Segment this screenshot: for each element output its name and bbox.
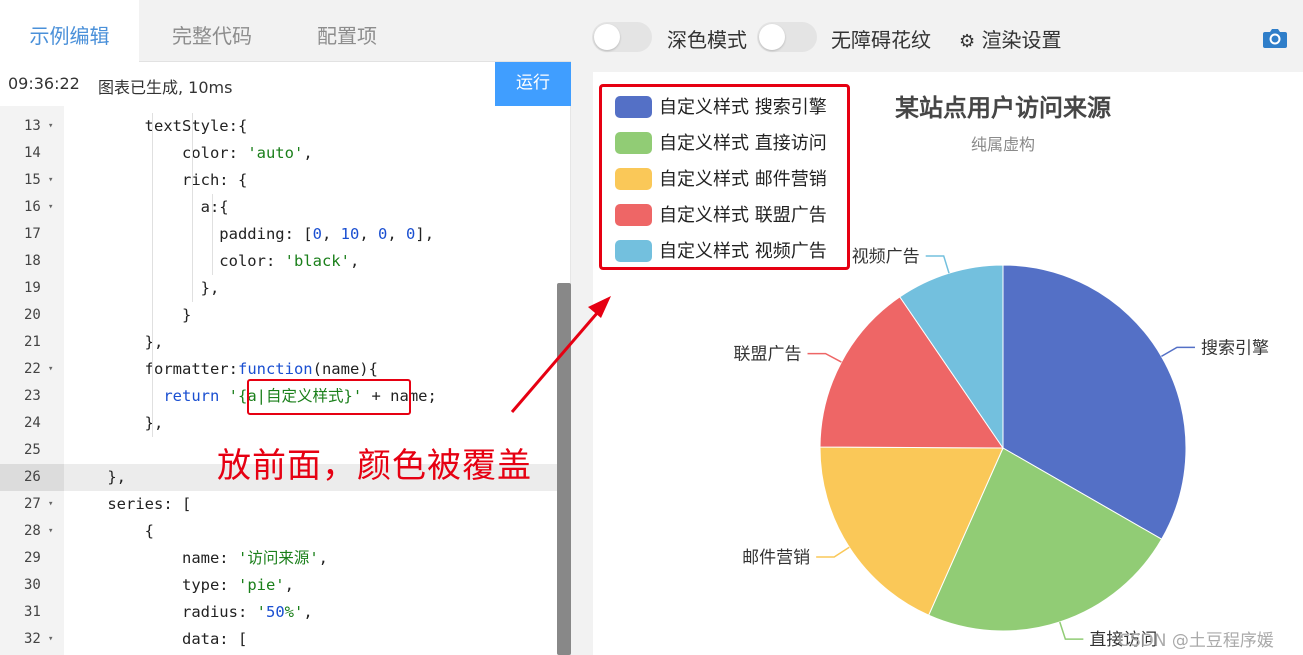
app-root: 示例编辑 完整代码 配置项 09:36:22 图表已生成, 10ms 运行 13… [0,0,1303,655]
watermark: CSDN @土豆程序媛 [1118,631,1274,651]
annotation-arrow [510,296,611,413]
